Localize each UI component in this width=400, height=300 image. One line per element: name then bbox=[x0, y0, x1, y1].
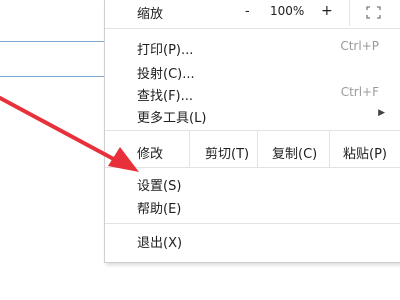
settings-menu-item[interactable]: 设置(S) bbox=[105, 172, 400, 194]
exit-menu-item[interactable]: 退出(X) bbox=[105, 229, 400, 251]
cut-button[interactable]: 剪切(T) bbox=[205, 143, 249, 162]
find-label: 查找(F)... bbox=[137, 89, 194, 104]
settings-label: 设置(S) bbox=[137, 179, 182, 194]
zoom-in-button[interactable]: + bbox=[321, 3, 333, 19]
print-menu-item[interactable]: 打印(P)... Ctrl+P bbox=[105, 36, 400, 58]
background-divider-bottom bbox=[0, 76, 104, 77]
paste-button[interactable]: 粘贴(P) bbox=[343, 143, 387, 162]
copy-button[interactable]: 复制(C) bbox=[272, 143, 317, 162]
edit-label: 修改 bbox=[137, 147, 164, 162]
menu-separator bbox=[105, 167, 400, 168]
print-label: 打印(P)... bbox=[137, 43, 194, 58]
edit-separator bbox=[257, 131, 258, 167]
context-menu: 缩放 - 100% + 打印(P)... Ctrl+P 投射(C)... 查找(… bbox=[104, 0, 400, 263]
find-shortcut: Ctrl+F bbox=[340, 85, 379, 99]
cast-menu-item[interactable]: 投射(C)... bbox=[105, 60, 400, 82]
edit-separator bbox=[189, 131, 190, 167]
zoom-row: 缩放 - 100% + bbox=[105, 0, 400, 26]
background-divider-top bbox=[0, 41, 104, 42]
more-tools-label: 更多工具(L) bbox=[137, 111, 207, 126]
zoom-label: 缩放 bbox=[137, 7, 164, 22]
exit-label: 退出(X) bbox=[137, 236, 183, 251]
triangle-right-icon: ▶ bbox=[378, 108, 385, 118]
menu-separator bbox=[105, 223, 400, 224]
find-menu-item[interactable]: 查找(F)... Ctrl+F bbox=[105, 82, 400, 104]
help-label: 帮助(E) bbox=[137, 202, 182, 217]
menu-separator bbox=[105, 130, 400, 131]
cast-label: 投射(C)... bbox=[137, 67, 195, 82]
zoom-level: 100% bbox=[270, 4, 305, 18]
fullscreen-icon[interactable] bbox=[366, 6, 381, 19]
zoom-separator bbox=[349, 0, 350, 26]
print-shortcut: Ctrl+P bbox=[340, 39, 379, 53]
zoom-out-button[interactable]: - bbox=[245, 4, 250, 19]
more-tools-menu-item[interactable]: 更多工具(L) ▶ bbox=[105, 104, 400, 126]
menu-separator bbox=[105, 28, 400, 29]
edit-separator bbox=[329, 131, 330, 167]
help-menu-item[interactable]: 帮助(E) bbox=[105, 195, 400, 217]
